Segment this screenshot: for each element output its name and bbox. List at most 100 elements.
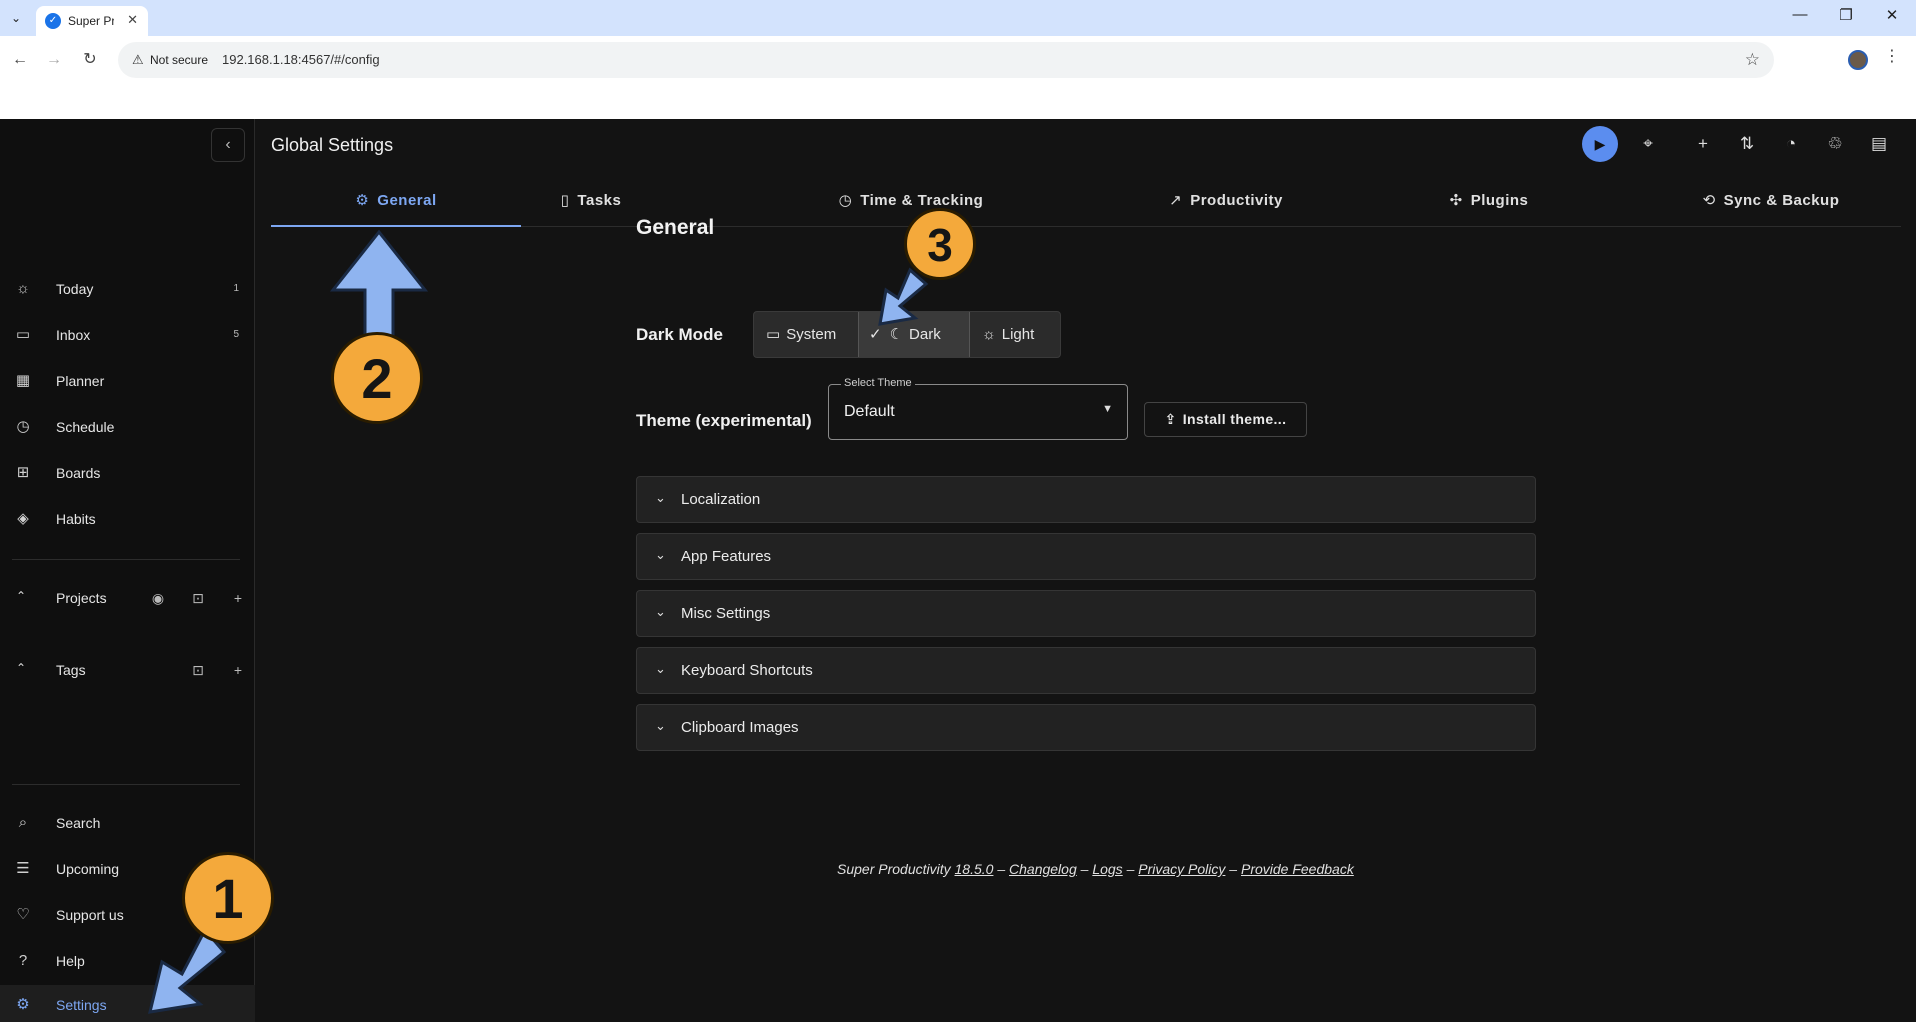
tab-sync-backup[interactable]: ⟲ Sync & Backup [1671,183,1871,227]
sidebar-divider [12,784,240,785]
panel-label: Misc Settings [681,605,771,622]
history-icon[interactable]: ◔ [1780,133,1802,155]
sidebar-item-inbox[interactable]: ▭ Inbox 5 [0,315,255,355]
chevron-down-icon: ⌄ [655,490,666,505]
tab-general[interactable]: ⚙ General [271,183,521,227]
sidebar-item-boards[interactable]: ⊞ Boards [0,453,255,493]
sidebar-item-settings[interactable]: ⚙ Settings [0,985,255,1022]
window-close-icon[interactable]: ✕ [1872,6,1912,24]
add-tag-icon[interactable]: + [228,660,248,680]
moon-icon: ☾ [889,326,904,343]
theme-label: Theme (experimental) [636,411,812,430]
dark-mode-light-button[interactable]: ☼ Light [970,312,1060,357]
sidebar-item-count: 1 [233,283,239,294]
browser-toolbar: ← → ↻ ⚠ Not secure 192.168.1.18:4567/#/c… [0,36,1916,120]
webhook-icon[interactable]: ♲ [1824,133,1846,155]
select-theme-dropdown[interactable]: Select Theme Default ▼ [828,377,1128,440]
sync-icon: ⟲ [1702,192,1716,209]
footer-changelog-link[interactable]: Changelog [1009,861,1077,877]
install-theme-label: Install theme... [1182,411,1287,427]
footer-separator: – [997,861,1006,877]
sidebar-item-today[interactable]: ☼ Today 1 [0,269,255,309]
upload-icon: ⇪ [1164,411,1177,427]
minimize-icon[interactable]: — [1780,6,1820,23]
add-project-icon[interactable]: + [228,588,248,608]
browser-tab[interactable]: ✓ Super Pr ✕ [36,6,148,36]
sidebar-item-label: Help [56,953,85,969]
back-icon[interactable]: ← [8,48,32,72]
step-badge-1: 1 [182,852,274,944]
select-theme-label: Select Theme [841,377,915,389]
sidebar-item-label: Schedule [56,419,115,435]
footer-version-link[interactable]: 18.5.0 [955,861,994,877]
page-title: Global Settings [271,135,394,155]
panel-label: Localization [681,491,761,508]
warning-icon: ⚠ [132,52,144,67]
not-secure-label[interactable]: Not secure [150,53,208,67]
forward-icon[interactable]: → [42,48,66,72]
restore-icon[interactable]: ❐ [1826,6,1866,24]
focus-mode-icon[interactable]: ⌖ [1637,133,1659,155]
step-badge-2: 2 [331,332,423,424]
panel-misc-settings[interactable]: ⌄ Misc Settings [636,590,1536,637]
profile-avatar[interactable] [1848,50,1868,70]
sidebar-item-label: Upcoming [56,861,120,877]
tab-title: Super Pr [68,14,114,28]
notes-icon[interactable]: ▤ [1868,133,1890,155]
chevron-up-icon[interactable]: ⌃ [16,589,26,603]
projects-section-header[interactable]: ⌃ Projects ◉ ⊡ + [0,578,255,618]
sidebar-item-label: Search [56,815,101,831]
habit-icon: ◈ [17,510,29,527]
chevron-down-icon: ⌄ [655,604,666,619]
footer-app-name: Super Productivity [837,861,951,877]
sync-off-icon[interactable]: ⇅ [1736,133,1758,155]
reload-icon[interactable]: ↻ [78,48,102,72]
dark-mode-system-button[interactable]: ▭ System [754,312,858,357]
sidebar-item-schedule[interactable]: ◷ Schedule [0,407,255,447]
tab-search-icon[interactable]: ⌄ [6,8,26,28]
panel-keyboard-shortcuts[interactable]: ⌄ Keyboard Shortcuts [636,647,1536,694]
tab-plugins[interactable]: ✣ Plugins [1419,183,1559,227]
footer-logs-link[interactable]: Logs [1092,861,1122,877]
tab-label: Plugins [1470,192,1529,209]
footer-separator: – [1126,861,1135,877]
tab-label: Time & Tracking [860,192,984,209]
calendar-edit-icon: ▦ [15,372,31,389]
dark-mode-label: Dark Mode [636,325,723,344]
address-bar[interactable]: ⚠ Not secure 192.168.1.18:4567/#/config … [118,42,1774,78]
sidebar-item-search[interactable]: ⌕ Search [0,803,255,843]
tab-label: General [377,192,437,209]
panel-app-features[interactable]: ⌄ App Features [636,533,1536,580]
add-task-icon[interactable]: + [1692,133,1714,155]
check-icon: ✓ [869,326,882,343]
sidebar-item-label: Inbox [56,327,91,343]
tab-close-icon[interactable]: ✕ [127,12,138,28]
step-badge-3: 3 [904,208,976,280]
footer-feedback-link[interactable]: Provide Feedback [1241,861,1354,877]
sidebar-item-help[interactable]: ? Help [0,941,255,981]
tab-productivity[interactable]: ↗ Productivity [1131,183,1321,227]
favicon-check-icon: ✓ [45,13,61,29]
chevron-up-icon[interactable]: ⌃ [16,661,26,675]
sidebar-item-habits[interactable]: ◈ Habits [0,499,255,539]
dark-mode-dark-button[interactable]: ✓ ☾ Dark [859,312,969,357]
add-folder-icon[interactable]: ⊡ [188,660,208,680]
footer-privacy-link[interactable]: Privacy Policy [1138,861,1225,877]
sidebar-item-label: Today [56,281,94,297]
settings-tabs: ⚙ General ▯ Tasks ◷ Time & Tracking ↗ Produc… [271,183,1901,227]
collapse-sidebar-button[interactable]: ‹ [211,128,245,162]
url-text[interactable]: 192.168.1.18:4567/#/config [222,52,380,67]
install-theme-button[interactable]: ⇪ Install theme... [1144,402,1307,437]
sidebar-item-planner[interactable]: ▦ Planner [0,361,255,401]
add-folder-icon[interactable]: ⊡ [188,588,208,608]
sidebar-item-label: Support us [56,907,124,923]
play-button[interactable]: ▶ [1582,126,1618,162]
panel-localization[interactable]: ⌄ Localization [636,476,1536,523]
visibility-eye-icon[interactable]: ◉ [148,588,168,608]
tags-section-header[interactable]: ⌃ Tags ⊡ + [0,650,255,690]
projects-label: Projects [56,590,107,606]
bookmark-star-icon[interactable]: ☆ [1745,50,1760,70]
dropdown-arrow-icon: ▼ [1102,403,1113,415]
panel-clipboard-images[interactable]: ⌄ Clipboard Images [636,704,1536,751]
browser-menu-icon[interactable]: ⋮ [1884,46,1900,66]
